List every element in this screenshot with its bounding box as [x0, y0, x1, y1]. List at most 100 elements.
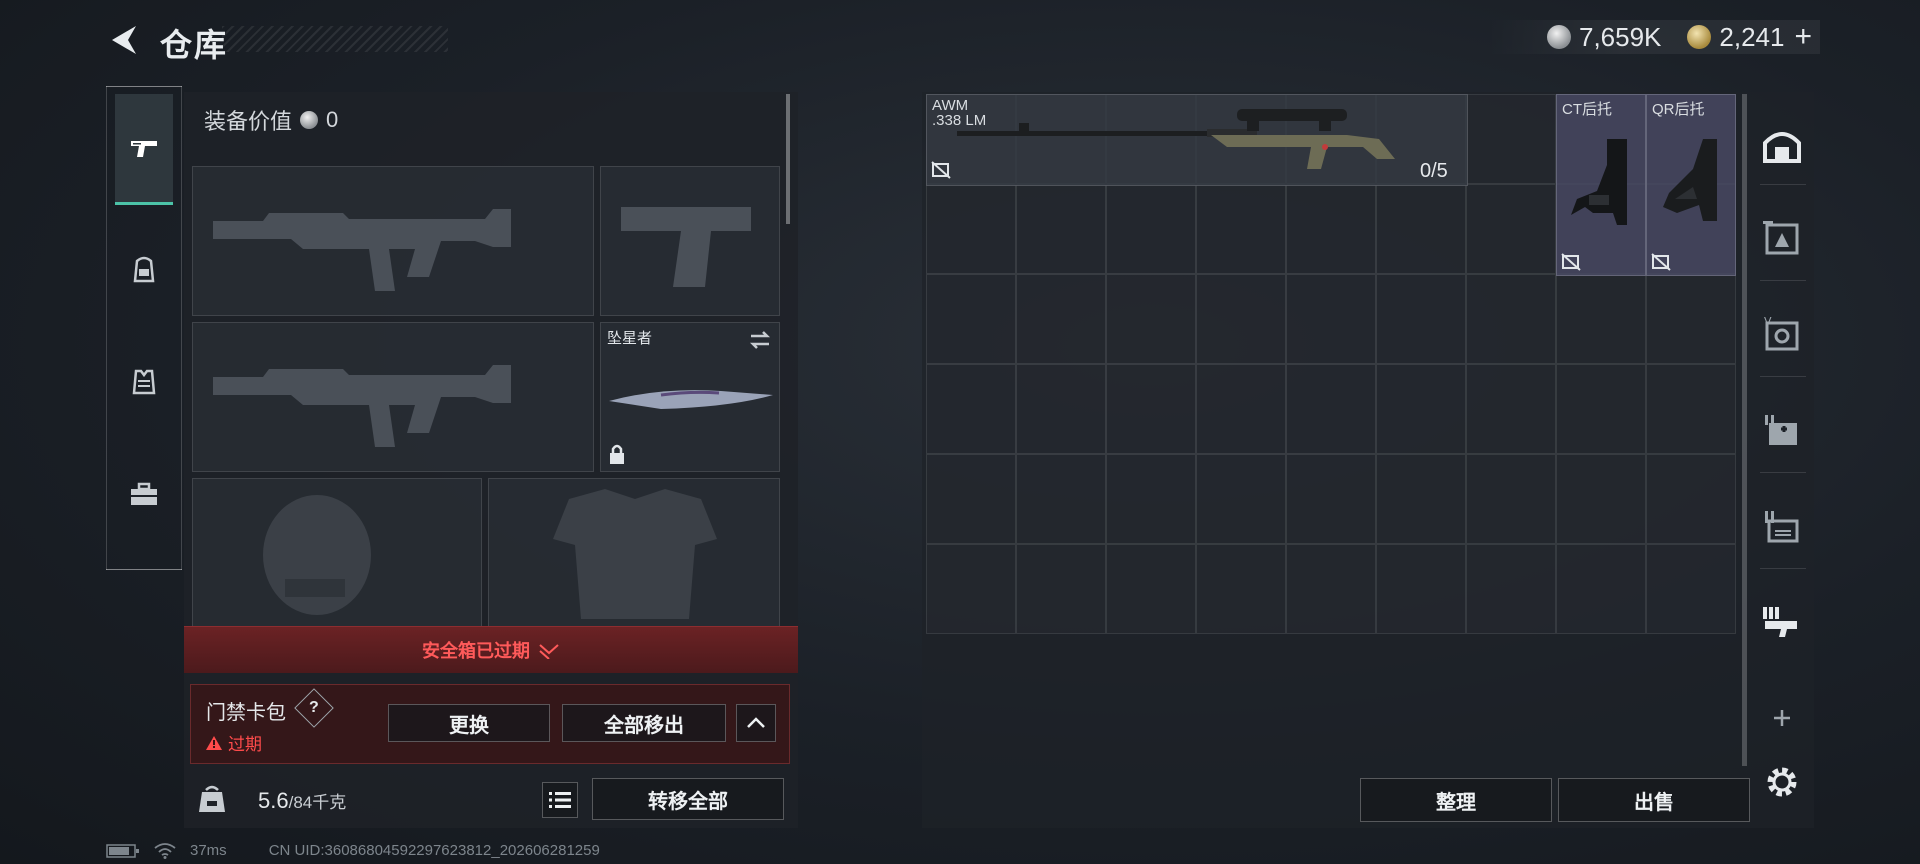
category-weapon-parts[interactable]	[1758, 598, 1806, 646]
replace-button[interactable]: 更换	[388, 704, 550, 742]
grid-cell[interactable]	[1556, 364, 1646, 454]
grid-cell[interactable]	[1196, 184, 1286, 274]
grid-cell[interactable]	[1106, 364, 1196, 454]
qr-stock-item[interactable]	[1646, 94, 1736, 276]
grid-cell[interactable]	[1286, 544, 1376, 634]
armor-slot[interactable]	[488, 478, 780, 628]
add-currency-button[interactable]: +	[1794, 20, 1812, 54]
grid-cell[interactable]	[1646, 454, 1736, 544]
gold-coin-icon	[1687, 25, 1712, 49]
category-armor[interactable]	[1758, 214, 1806, 262]
helmet-slot[interactable]	[192, 478, 482, 628]
grid-cell[interactable]	[1286, 184, 1376, 274]
grid-cell[interactable]	[1196, 274, 1286, 364]
gear-icon	[1767, 767, 1797, 797]
grid-cell[interactable]	[926, 544, 1016, 634]
qr-stock-label: QR后托	[1652, 101, 1705, 118]
grid-cell[interactable]	[1556, 544, 1646, 634]
grid-cell[interactable]	[1016, 454, 1106, 544]
melee-slot[interactable]: 坠星者	[600, 322, 780, 472]
grid-cell[interactable]	[926, 364, 1016, 454]
grid-cell[interactable]	[926, 454, 1016, 544]
category-vest[interactable]: V	[1758, 310, 1806, 358]
awm-weapon-name: AWM	[932, 97, 969, 114]
grid-cell[interactable]	[1646, 364, 1736, 454]
sell-button[interactable]: 出售	[1558, 778, 1750, 822]
grid-cell[interactable]	[1376, 184, 1466, 274]
tab-weapon[interactable]	[115, 94, 173, 205]
grid-cell[interactable]	[1106, 544, 1196, 634]
storage-scrollbar[interactable]	[1742, 94, 1747, 766]
settings-button[interactable]	[1758, 758, 1806, 806]
safebox-expired-bar[interactable]: 安全箱已过期	[184, 626, 798, 673]
grid-cell[interactable]	[1106, 454, 1196, 544]
grid-cell[interactable]	[1466, 454, 1556, 544]
ping-value: 37ms	[190, 842, 227, 859]
grid-cell[interactable]	[1016, 274, 1106, 364]
melee-name: 坠星者	[607, 330, 653, 347]
grid-cell[interactable]	[1466, 544, 1556, 634]
svg-text:V: V	[1764, 315, 1772, 328]
grid-cell[interactable]	[1376, 364, 1466, 454]
grid-cell[interactable]	[1376, 274, 1466, 364]
grid-cell[interactable]	[1016, 544, 1106, 634]
equipment-value-amount: 0	[326, 107, 339, 132]
silver-coin-icon	[300, 111, 319, 129]
ct-stock-icon	[1571, 139, 1627, 225]
weapon-parts-icon	[1763, 607, 1797, 637]
grid-cell[interactable]	[1646, 544, 1736, 634]
grid-cell[interactable]	[1556, 274, 1646, 364]
expand-button[interactable]	[736, 704, 776, 742]
equipment-scrollbar[interactable]	[786, 94, 790, 224]
grid-cell[interactable]	[1106, 274, 1196, 364]
add-category-button[interactable]	[1758, 694, 1806, 742]
grid-cell[interactable]	[1556, 454, 1646, 544]
list-view-button[interactable]	[542, 782, 578, 818]
gold-amount: 2,241	[1719, 21, 1785, 52]
no-mod-icon	[931, 161, 951, 179]
sort-button[interactable]: 整理	[1360, 778, 1552, 822]
primary-weapon-slot-2[interactable]	[192, 322, 594, 472]
tab-backpack[interactable]	[115, 216, 173, 324]
grid-cell[interactable]	[1286, 364, 1376, 454]
grid-cell[interactable]	[926, 184, 1016, 274]
grid-cell[interactable]	[1286, 454, 1376, 544]
swap-icon[interactable]	[747, 327, 773, 353]
pistol-slot[interactable]	[600, 166, 780, 316]
medkit-case-icon	[1765, 415, 1797, 445]
storage-room-icon	[1763, 132, 1801, 163]
tab-toolbox[interactable]	[115, 440, 173, 548]
tab-vest[interactable]	[115, 328, 173, 436]
grid-cell[interactable]	[1196, 364, 1286, 454]
primary-weapon-slot-1[interactable]	[192, 166, 594, 316]
grid-cell[interactable]	[1196, 454, 1286, 544]
awm-ammo-type: .338 LM	[932, 112, 987, 129]
silver-coin-icon	[1546, 25, 1571, 49]
plus-icon	[1774, 710, 1790, 726]
grid-cell[interactable]	[1286, 274, 1376, 364]
category-consumables[interactable]	[1758, 406, 1806, 454]
grid-cell[interactable]	[926, 274, 1016, 364]
category-all[interactable]	[1758, 120, 1806, 168]
card-pack-status: 过期	[206, 730, 262, 755]
grid-cell[interactable]	[1016, 364, 1106, 454]
grid-cell[interactable]	[1106, 184, 1196, 274]
ct-stock-item[interactable]	[1556, 94, 1646, 276]
grid-cell[interactable]	[1196, 544, 1286, 634]
category-ammo[interactable]	[1758, 502, 1806, 550]
grid-cell[interactable]	[1646, 274, 1736, 364]
wifi-icon	[154, 842, 176, 859]
awm-rifle-item[interactable]	[926, 94, 1468, 186]
transfer-all-button[interactable]: 转移全部	[592, 778, 784, 820]
grid-cell[interactable]	[1466, 364, 1556, 454]
grid-cell[interactable]	[1376, 544, 1466, 634]
grid-cell[interactable]	[1466, 274, 1556, 364]
grid-cell[interactable]	[1016, 184, 1106, 274]
silver-amount: 7,659K	[1578, 21, 1662, 52]
grid-cell[interactable]	[1466, 184, 1556, 274]
player-uid: CN UID:36086804592297623812_202606281259	[268, 842, 600, 859]
back-button[interactable]	[104, 20, 144, 60]
grid-cell[interactable]	[1376, 454, 1466, 544]
grid-cell[interactable]	[1466, 94, 1556, 184]
move-all-out-button[interactable]: 全部移出	[562, 704, 726, 742]
